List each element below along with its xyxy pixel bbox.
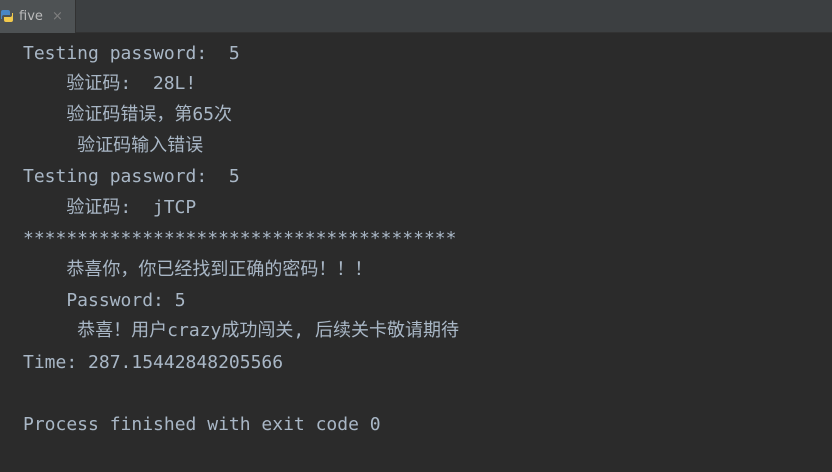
console-line: Testing password: 5	[23, 166, 240, 187]
tab-five[interactable]: five ×	[0, 0, 76, 33]
console-line: Password: 5	[23, 290, 186, 311]
console-line: 验证码错误，第65次	[23, 104, 233, 125]
console-line: 验证码: 28L!	[23, 73, 197, 94]
close-icon[interactable]: ×	[52, 8, 63, 25]
run-window: five × Testing password: 5 验证码: 28L! 验证码…	[0, 0, 832, 472]
console-line: Time: 287.15442848205566	[23, 352, 284, 373]
console-line: Process finished with exit code 0	[23, 414, 381, 435]
run-tab-bar: five ×	[0, 0, 832, 33]
console-line: Testing password: 5	[23, 43, 240, 64]
console-line: 验证码: jTCP	[23, 197, 197, 218]
console-line: 验证码输入错误	[23, 135, 204, 156]
console-line: ****************************************	[23, 228, 457, 249]
python-icon	[1, 10, 13, 22]
console-output[interactable]: Testing password: 5 验证码: 28L! 验证码错误，第65次…	[0, 33, 832, 472]
console-line: 恭喜！用户crazy成功闯关, 后续关卡敬请期待	[23, 320, 460, 341]
tab-label: five	[19, 9, 43, 24]
console-line: 恭喜你，你已经找到正确的密码！！！	[23, 259, 373, 280]
